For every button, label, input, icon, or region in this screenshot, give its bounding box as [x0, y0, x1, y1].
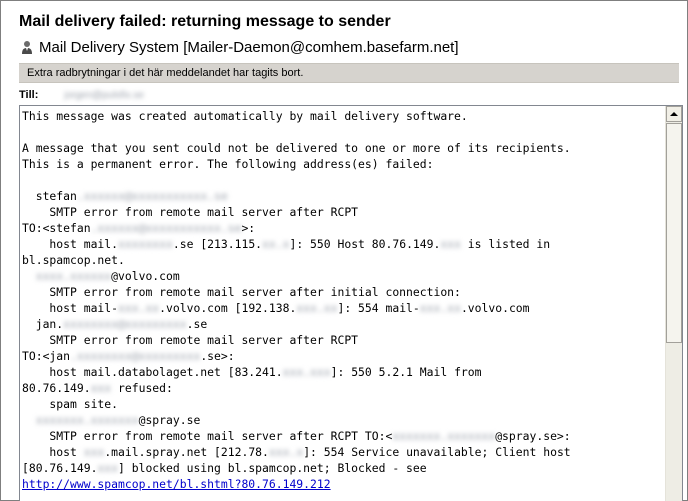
recipient-address[interactable]: jorgen@pulsfix.se	[64, 90, 144, 101]
redacted-text: xxxxxxxx	[118, 237, 173, 251]
body-text-fragment: SMTP error from remote mail server after…	[22, 429, 393, 443]
address-text: .se	[186, 317, 208, 331]
body-text-fragment: host mail.databolaget.net [83.241.	[22, 365, 283, 379]
body-text-fragment: TO:<jan	[22, 349, 71, 363]
redacted-text: .xxxxxx@xxxxxxxxxxx.se	[90, 221, 242, 235]
body-text-fragment: is listed in	[460, 237, 551, 251]
body-text-fragment: ] blocked using bl.spamcop.net; Blocked …	[118, 461, 427, 475]
message-body[interactable]: This message was created automatically b…	[19, 105, 683, 501]
message-body-text: This message was created automatically b…	[22, 108, 664, 492]
body-line: This message was created automatically b…	[22, 109, 468, 123]
redacted-text: xx.x	[262, 237, 290, 251]
redacted-text: xxxx.xxxxxx	[35, 269, 112, 283]
redacted-text: .xxxxxx@xxxxxxxxxxx.se	[76, 189, 228, 203]
body-line: SMTP error from remote mail server after…	[22, 285, 461, 299]
body-text-fragment: refused:	[111, 381, 173, 395]
redacted-text: xxxxxxx.xxxxxxx	[35, 413, 139, 427]
scroll-up-button[interactable]	[666, 106, 682, 122]
redacted-text: xxx	[90, 381, 112, 395]
recipient-row: Till: jorgen@pulsfix.se	[19, 87, 144, 103]
body-text-fragment: .volvo.com [192.138.	[159, 301, 297, 315]
body-text-fragment: host mail-	[22, 301, 119, 315]
body-text-fragment: @spray.se>:	[495, 429, 571, 443]
body-text-fragment: host	[22, 445, 84, 459]
vertical-scrollbar[interactable]	[665, 106, 682, 501]
person-icon	[19, 39, 35, 55]
redacted-text: xxx.xxx	[282, 365, 331, 379]
body-text-fragment	[22, 413, 36, 427]
redacted-text: .xxxxxxxx@xxxxxxxxx	[70, 349, 201, 363]
sender-row: Mail Delivery System [Mailer-Daemon@comh…	[19, 37, 459, 57]
body-text-fragment: ]: 554 Service unavailable; Client host	[303, 445, 571, 459]
body-text-fragment: [80.76.149.	[22, 461, 98, 475]
body-text-fragment: .se>:	[200, 349, 235, 363]
redacted-text: xxx	[440, 237, 461, 251]
body-text-fragment: 80.76.149.	[22, 381, 91, 395]
redacted-text: xxx.x	[268, 445, 304, 459]
redacted-text: xxx	[97, 461, 119, 475]
body-text-fragment: .mail.spray.net [212.78.	[104, 445, 269, 459]
body-text-fragment: host mail.	[22, 237, 119, 251]
redacted-text: xxx.xx	[296, 301, 338, 315]
body-line: This is a permanent error. The following…	[22, 157, 434, 171]
sender-name[interactable]: Mail Delivery System [Mailer-Daemon@comh…	[39, 39, 459, 56]
redacted-text: xxx.xx	[419, 301, 461, 315]
redacted-text: xxxxxxx.xxxxxxx	[392, 429, 496, 443]
body-text-fragment: >:	[241, 221, 256, 235]
arrow-up-icon	[670, 112, 678, 116]
message-window: Mail delivery failed: returning message …	[0, 0, 688, 501]
body-text-fragment: TO:<stefan	[22, 221, 91, 235]
body-text-fragment: .se [213.115.	[172, 237, 263, 251]
body-text-fragment: ]: 554 mail-	[337, 301, 420, 315]
redacted-text: xxx.xx	[118, 301, 160, 315]
body-text-fragment: ]: 550 5.2.1 Mail from	[330, 365, 482, 379]
info-bar[interactable]: Extra radbrytningar i det här meddelande…	[19, 63, 679, 83]
redacted-text: xxx	[83, 445, 105, 459]
body-line: bl.spamcop.net.	[22, 253, 125, 267]
message-subject: Mail delivery failed: returning message …	[19, 13, 391, 30]
scroll-thumb[interactable]	[666, 123, 682, 343]
info-bar-text: Extra radbrytningar i det här meddelande…	[27, 67, 304, 79]
body-line: spam site.	[22, 397, 119, 411]
address-text: @spray.se	[138, 413, 201, 427]
address-text: @volvo.com	[111, 269, 180, 283]
body-text-fragment: ]: 550 Host 80.76.149.	[289, 237, 441, 251]
body-line: SMTP error from remote mail server after…	[22, 333, 359, 347]
body-text-fragment	[22, 269, 36, 283]
spamcop-link[interactable]: http://www.spamcop.net/bl.shtml?80.76.14…	[22, 477, 331, 491]
to-label: Till:	[19, 89, 39, 101]
redacted-text: xxxxxxxx@xxxxxxxxx	[63, 317, 187, 331]
body-line: A message that you sent could not be del…	[22, 141, 571, 155]
address-text: jan.	[22, 317, 64, 331]
address-text: stefan	[22, 189, 77, 203]
body-line: SMTP error from remote mail server after…	[22, 205, 359, 219]
body-text-fragment: .volvo.com	[460, 301, 530, 315]
